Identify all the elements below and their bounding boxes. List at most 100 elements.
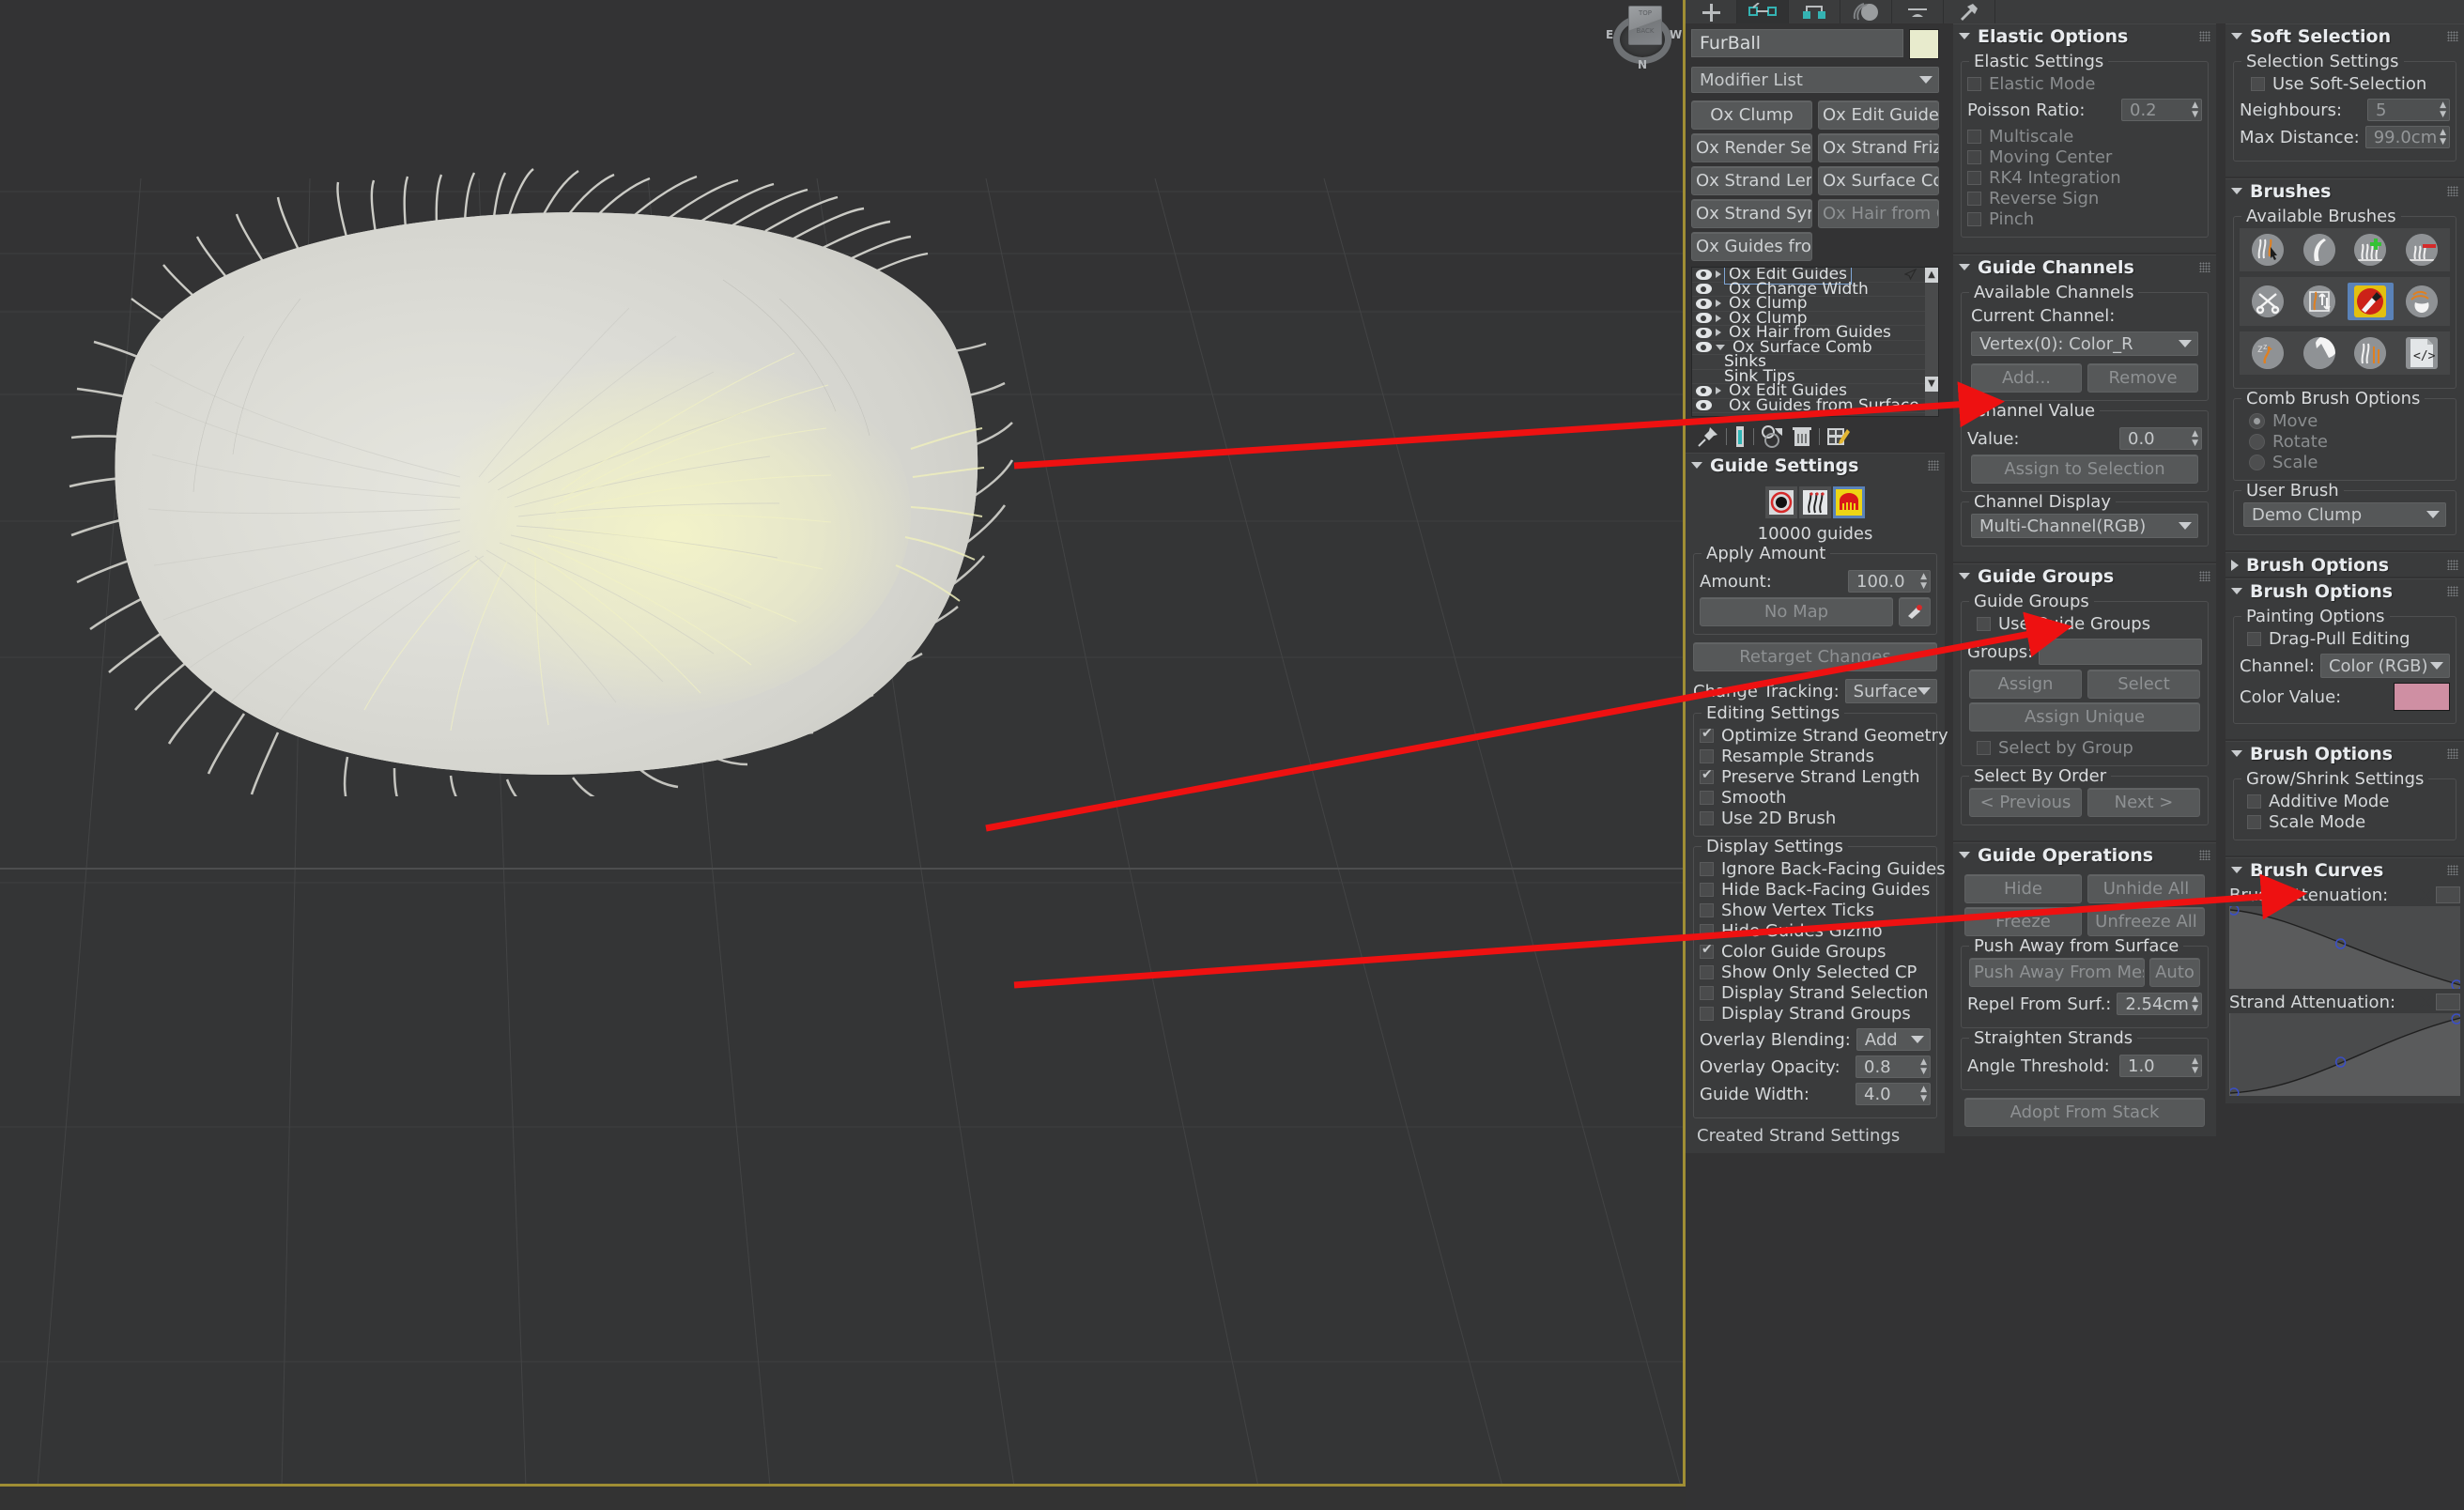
checkbox-icon[interactable] bbox=[2247, 794, 2261, 809]
collapse-triangle-icon[interactable] bbox=[2231, 588, 2242, 594]
assign-unique-button[interactable]: Assign Unique bbox=[1969, 702, 2200, 732]
checkbox-use-soft-selection[interactable]: Use Soft-Selection bbox=[2240, 73, 2450, 94]
map-toggle-icon[interactable] bbox=[1899, 597, 1931, 626]
no-map-button[interactable]: No Map bbox=[1700, 597, 1893, 626]
angle-threshold-spinner[interactable]: 1.0 ▲ ▼ bbox=[2119, 1055, 2202, 1077]
checkbox-icon[interactable] bbox=[1700, 1006, 1714, 1021]
guide-channels-header[interactable]: Guide Channels bbox=[1953, 255, 2216, 279]
smooth-brush-icon[interactable]: zz bbox=[2252, 337, 2285, 369]
channel-value-spinner[interactable]: 0.0 ▲ ▼ bbox=[2119, 427, 2202, 450]
painting-channel-dropdown[interactable]: Color (RGB) bbox=[2319, 654, 2450, 678]
collapse-triangle-icon[interactable] bbox=[2231, 33, 2242, 39]
spinner-arrows-icon[interactable]: ▲ ▼ bbox=[2440, 128, 2446, 146]
checkbox-icon[interactable] bbox=[1700, 882, 1714, 897]
brush-options-growshrink-header[interactable]: Brush Options bbox=[2225, 742, 2464, 765]
checkbox-icon[interactable] bbox=[1700, 810, 1714, 825]
modifier-btn-ox-strand-frizz[interactable]: Ox Strand Frizz bbox=[1818, 133, 1939, 162]
checkbox-scale-mode[interactable]: Scale Mode bbox=[2240, 811, 2450, 832]
user-brush-dropdown[interactable]: Demo Clump bbox=[2243, 502, 2446, 527]
checkbox-icon[interactable] bbox=[1700, 942, 1714, 959]
checkbox-moving-center[interactable]: Moving Center bbox=[1967, 146, 2202, 167]
checkbox-show-only-selected-cp[interactable]: Show Only Selected CP bbox=[1700, 962, 1931, 982]
strand-attenuation-curve[interactable] bbox=[2228, 1013, 2462, 1099]
remove-channel-button[interactable]: Remove bbox=[2087, 363, 2198, 393]
brush-options-collapsed-header[interactable]: Brush Options bbox=[2225, 553, 2464, 577]
checkbox-use-2d-brush[interactable]: Use 2D Brush bbox=[1700, 808, 1931, 828]
expand-arrow-icon[interactable] bbox=[1716, 387, 1721, 395]
curve-swatch-icon[interactable] bbox=[2436, 994, 2460, 1010]
spinner-arrows-icon[interactable]: ▲ ▼ bbox=[1920, 1085, 1927, 1103]
repel-spinner[interactable]: 2.54cm ▲ ▼ bbox=[2117, 993, 2202, 1015]
checkbox-reverse-sign[interactable]: Reverse Sign bbox=[1967, 188, 2202, 208]
checkbox-icon[interactable] bbox=[1700, 726, 1714, 743]
soft-selection-header[interactable]: Soft Selection bbox=[2225, 24, 2464, 48]
collapse-arrow-icon[interactable] bbox=[1716, 344, 1725, 350]
checkbox-elastic-mode[interactable]: Elastic Mode bbox=[1967, 73, 2202, 94]
neighbours-spinner[interactable]: 5 ▲ ▼ bbox=[2367, 99, 2450, 121]
collapse-triangle-icon[interactable] bbox=[1959, 264, 1970, 270]
change-tracking-dropdown[interactable]: Surface bbox=[1844, 679, 1938, 703]
create-tab[interactable] bbox=[1686, 0, 1737, 23]
current-channel-dropdown[interactable]: Vertex(0): Color_R bbox=[1971, 331, 2198, 356]
unfreeze-all-button[interactable]: Unfreeze All bbox=[2087, 907, 2205, 936]
checkbox-pinch[interactable]: Pinch bbox=[1967, 208, 2202, 229]
previous-button[interactable]: < Previous bbox=[1969, 788, 2082, 817]
checkbox-preserve-strand-length[interactable]: Preserve Strand Length bbox=[1700, 766, 1931, 787]
comb-brush-icon[interactable] bbox=[2252, 234, 2285, 266]
checkbox-icon[interactable] bbox=[2247, 631, 2261, 646]
checkbox-select-by-group[interactable]: Select by Group bbox=[1967, 737, 2202, 758]
checkbox-icon[interactable] bbox=[1700, 767, 1714, 784]
eye-icon[interactable] bbox=[1696, 313, 1712, 324]
checkbox-multiscale[interactable]: Multiscale bbox=[1967, 126, 2202, 146]
brush-options-painting-header[interactable]: Brush Options bbox=[2225, 579, 2464, 603]
puff-brush-icon[interactable] bbox=[2405, 285, 2438, 317]
remove-modifier-icon[interactable] bbox=[1792, 425, 1812, 448]
next-button[interactable]: Next > bbox=[2087, 788, 2200, 817]
checkbox-ignore-back-facing-guides[interactable]: Ignore Back-Facing Guides bbox=[1700, 858, 1946, 879]
brush-curves-header[interactable]: Brush Curves bbox=[2225, 858, 2464, 882]
color-value-swatch[interactable] bbox=[2394, 683, 2450, 711]
checkbox-color-guide-groups[interactable]: Color Guide Groups bbox=[1700, 941, 1931, 962]
checkbox-icon[interactable] bbox=[1700, 748, 1714, 763]
rotate-brush-icon[interactable] bbox=[2302, 234, 2335, 266]
modify-tab[interactable] bbox=[1737, 0, 1789, 23]
spinner-arrows-icon[interactable]: ▲ ▼ bbox=[2192, 1056, 2198, 1075]
make-unique-icon[interactable] bbox=[1761, 425, 1785, 448]
expand-triangle-icon[interactable] bbox=[2231, 559, 2239, 571]
radio-rotate[interactable]: Rotate bbox=[2240, 431, 2450, 452]
pin-stack-icon[interactable] bbox=[1697, 425, 1719, 448]
collapse-triangle-icon[interactable] bbox=[2231, 867, 2242, 873]
checkbox-drag-pull-editing[interactable]: Drag-Pull Editing bbox=[2240, 628, 2450, 649]
select-group-button[interactable]: Select bbox=[2087, 670, 2200, 699]
checkbox-icon[interactable] bbox=[1977, 740, 1991, 755]
radio-move[interactable]: Move bbox=[2240, 410, 2450, 431]
collapse-triangle-icon[interactable] bbox=[1959, 852, 1970, 858]
checkbox-icon[interactable] bbox=[1977, 616, 1991, 631]
brush-attenuation-curve[interactable] bbox=[2228, 904, 2462, 991]
checkbox-icon[interactable] bbox=[1700, 964, 1714, 979]
modifier-btn-ox-render-settings[interactable]: Ox Render Settings bbox=[1691, 133, 1812, 162]
guide-settings-header[interactable]: Guide Settings bbox=[1686, 454, 1945, 477]
curve-swatch-icon[interactable] bbox=[2436, 886, 2460, 903]
checkbox-icon[interactable] bbox=[1700, 790, 1714, 805]
utilities-tab[interactable] bbox=[1944, 0, 1995, 23]
guide-width-spinner[interactable]: 4.0 ▲ ▼ bbox=[1856, 1083, 1931, 1105]
add-channel-button[interactable]: Add... bbox=[1971, 363, 2082, 393]
guide-groups-header[interactable]: Guide Groups bbox=[1953, 564, 2216, 588]
checkbox-hide-back-facing-guides[interactable]: Hide Back-Facing Guides bbox=[1700, 879, 1931, 900]
modifier-btn-ox-hair-from-guides[interactable]: Ox Hair from Guides bbox=[1818, 199, 1939, 228]
shrink-brush-icon[interactable] bbox=[2405, 234, 2438, 266]
modifier-stack-list[interactable]: Ox Edit Guides Ox Change Width Ox Clump … bbox=[1691, 267, 1939, 417]
checkbox-icon[interactable] bbox=[2247, 814, 2261, 829]
twist-brush-icon[interactable] bbox=[2302, 337, 2335, 369]
grow-brush-icon[interactable] bbox=[2354, 234, 2387, 266]
stack-item-ox-guides-from-surface[interactable]: Ox Guides from Surface bbox=[1692, 396, 1938, 415]
object-name-input[interactable]: FurBall bbox=[1691, 29, 1903, 57]
expand-arrow-icon[interactable] bbox=[1716, 314, 1721, 322]
checkbox-hide-guides-gizmo[interactable]: Hide Guides Gizmo bbox=[1700, 920, 1931, 941]
checkbox-icon[interactable] bbox=[1967, 149, 1981, 164]
auto-button[interactable]: Auto bbox=[2149, 958, 2200, 987]
stack-scrollbar[interactable]: ▲ ▼ bbox=[1925, 268, 1938, 416]
checkbox-icon[interactable] bbox=[1700, 923, 1714, 938]
radio-icon[interactable] bbox=[2249, 454, 2265, 470]
